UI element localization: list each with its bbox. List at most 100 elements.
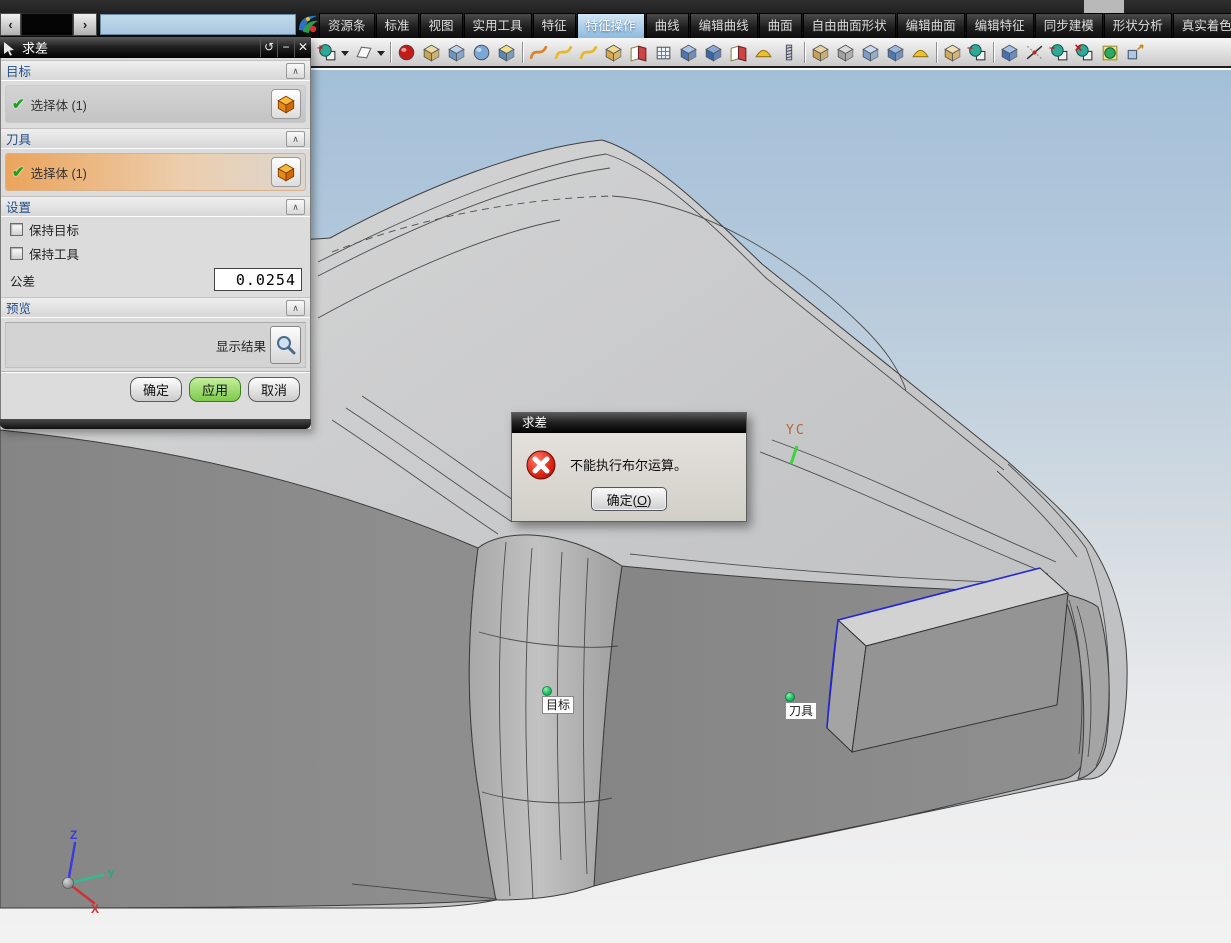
variational-sweep-icon[interactable] [576, 40, 601, 65]
tab-视图[interactable]: 视图 [419, 13, 463, 38]
tab-编辑特征[interactable]: 编辑特征 [965, 13, 1034, 38]
block-primitive-icon[interactable] [419, 40, 444, 65]
empty-toolbar-strip [100, 14, 296, 35]
target-select-row[interactable]: ✔ 选择体 (1) [5, 85, 306, 123]
cylinder-primitive-icon[interactable] [444, 40, 469, 65]
pattern-feature-icon[interactable] [997, 40, 1022, 65]
boss-icon[interactable] [676, 40, 701, 65]
intersect-icon[interactable] [1097, 40, 1122, 65]
subtract-boolean-icon[interactable]: − [965, 40, 990, 65]
application-window: YC 目标 刀具 Z Y X ‹ › 资源条 标准 视图 实用工具 特征 特征操作 曲线 编辑… [0, 0, 1231, 943]
top-tab-bar: ‹ › 资源条 标准 视图 实用工具 特征 特征操作 曲线 编辑曲线 曲面 自由曲面形状 编辑曲面编… [0, 0, 1231, 38]
offset-face-icon[interactable] [858, 40, 883, 65]
mirror-feature-icon[interactable] [1022, 40, 1047, 65]
error-dialog[interactable]: 求差 不能执行布尔运算。 确定(O) [511, 412, 747, 522]
swept-icon[interactable] [526, 40, 551, 65]
tab-曲线[interactable]: 曲线 [645, 13, 689, 38]
dialog-reset-button[interactable]: ↺ [260, 38, 277, 57]
collapse-chevron-icon[interactable]: ∧ [286, 62, 305, 79]
tool-handle-dot[interactable] [785, 692, 795, 702]
sweep-along-guide-icon[interactable] [551, 40, 576, 65]
sketch-plane-icon[interactable] [351, 40, 376, 65]
sew-icon[interactable] [908, 40, 933, 65]
tab-真实着色[interactable]: 真实着色 [1172, 13, 1231, 38]
tab-实用工具[interactable]: 实用工具 [463, 13, 532, 38]
section-header-tool[interactable]: 刀具 ∧ [1, 128, 310, 149]
toolbar-icon-row: + − − ✕ [315, 39, 1147, 66]
tab-标准[interactable]: 标准 [375, 13, 419, 38]
tab-自由曲面形状[interactable]: 自由曲面形状 [802, 13, 896, 38]
keep-tool-checkbox-row[interactable]: 保持工具 [1, 241, 310, 265]
shell-icon[interactable] [751, 40, 776, 65]
tab-曲面[interactable]: 曲面 [758, 13, 802, 38]
tab-形状分析[interactable]: 形状分析 [1103, 13, 1172, 38]
yc-axis-label: YC [786, 423, 806, 438]
dialog-title: 求差 [22, 41, 49, 56]
unite-icon[interactable] [940, 40, 965, 65]
tab-同步建模[interactable]: 同步建模 [1034, 13, 1103, 38]
svg-text:−: − [967, 42, 973, 54]
apply-button[interactable]: 应用 [189, 377, 241, 402]
tab-特征操作[interactable]: 特征操作 [576, 13, 645, 38]
collapse-chevron-icon[interactable]: ∧ [286, 198, 305, 215]
datum-csys-icon[interactable]: + [315, 40, 340, 65]
dialog-close-button[interactable]: ✕ [294, 38, 311, 57]
svg-text:−: − [1049, 42, 1055, 54]
pocket-icon[interactable] [701, 40, 726, 65]
ok-button[interactable]: 确定 [130, 377, 182, 402]
collapse-chevron-icon[interactable]: ∧ [286, 299, 305, 316]
subtract-dialog-titlebar[interactable]: 求差 ↺ − ✕ [0, 37, 311, 58]
tab-特征[interactable]: 特征 [532, 13, 576, 38]
tab-资源条[interactable]: 资源条 [319, 13, 375, 38]
tab-编辑曲线[interactable]: 编辑曲线 [689, 13, 758, 38]
extrude-icon[interactable] [601, 40, 626, 65]
toolbar-separator [387, 41, 394, 64]
section-header-settings[interactable]: 设置 ∧ [1, 196, 310, 217]
datum-dropdown-icon[interactable] [340, 40, 351, 65]
collapse-chevron-icon[interactable]: ∧ [286, 130, 305, 147]
subtract-dialog[interactable]: 求差 ↺ − ✕ 目标 ∧ ✔ 选择体 (1) 刀具 ∧ ✔ 选择体 (1) 设… [0, 37, 311, 429]
hole-icon[interactable] [651, 40, 676, 65]
move-object-icon[interactable] [1122, 40, 1147, 65]
tool-annotation-label: 刀具 [785, 702, 818, 720]
sphere-primitive-icon[interactable] [394, 40, 419, 65]
target-annotation-label: 目标 [542, 696, 575, 714]
magnifier-icon [276, 336, 295, 355]
select-body-button[interactable] [271, 89, 301, 119]
trim-body-icon[interactable] [808, 40, 833, 65]
thread-icon[interactable] [776, 40, 801, 65]
section-header-target[interactable]: 目标 ∧ [1, 60, 310, 81]
scale-body-icon[interactable] [883, 40, 908, 65]
subtract-instance-icon[interactable]: − [1047, 40, 1072, 65]
cancel-button[interactable]: 取消 [248, 377, 300, 402]
revolve-icon[interactable] [626, 40, 651, 65]
delete-instance-icon[interactable]: ✕ [1072, 40, 1097, 65]
tolerance-input[interactable] [214, 268, 302, 291]
ribbon-tab-bar: 资源条 标准 视图 实用工具 特征 特征操作 曲线 编辑曲线 曲面 自由曲面形状 编辑曲面 编辑特征同… [319, 13, 1231, 38]
app-logo-icon[interactable] [297, 13, 319, 36]
pad-icon[interactable] [726, 40, 751, 65]
target-handle-dot[interactable] [542, 686, 552, 696]
error-ok-button[interactable]: 确定(O) [591, 487, 667, 511]
svg-text:+: + [317, 42, 323, 54]
show-result-button[interactable] [270, 326, 301, 364]
sketch-dropdown-icon[interactable] [376, 40, 387, 65]
cone-primitive-icon[interactable] [494, 40, 519, 65]
tab-编辑曲面[interactable]: 编辑曲面 [896, 13, 965, 38]
keep-tool-checkbox[interactable] [10, 246, 23, 260]
sphere-tool-icon[interactable] [469, 40, 494, 65]
scroll-right-button[interactable]: › [73, 13, 97, 36]
split-body-icon[interactable] [833, 40, 858, 65]
dialog-resize-grip[interactable] [0, 419, 311, 429]
select-body-button[interactable] [271, 157, 301, 187]
preview-panel: 显示结果 [5, 322, 306, 368]
error-dialog-titlebar[interactable]: 求差 [512, 413, 746, 433]
dialog-minimize-button[interactable]: − [277, 38, 294, 57]
dialog-footer: 确定 应用 取消 [1, 371, 310, 407]
toolbar-separator [801, 41, 808, 64]
keep-target-checkbox[interactable] [10, 222, 23, 236]
tool-select-row[interactable]: ✔ 选择体 (1) [5, 153, 306, 191]
scroll-left-button[interactable]: ‹ [0, 13, 21, 36]
section-header-preview[interactable]: 预览 ∧ [1, 297, 310, 318]
keep-target-checkbox-row[interactable]: 保持目标 [1, 217, 310, 241]
